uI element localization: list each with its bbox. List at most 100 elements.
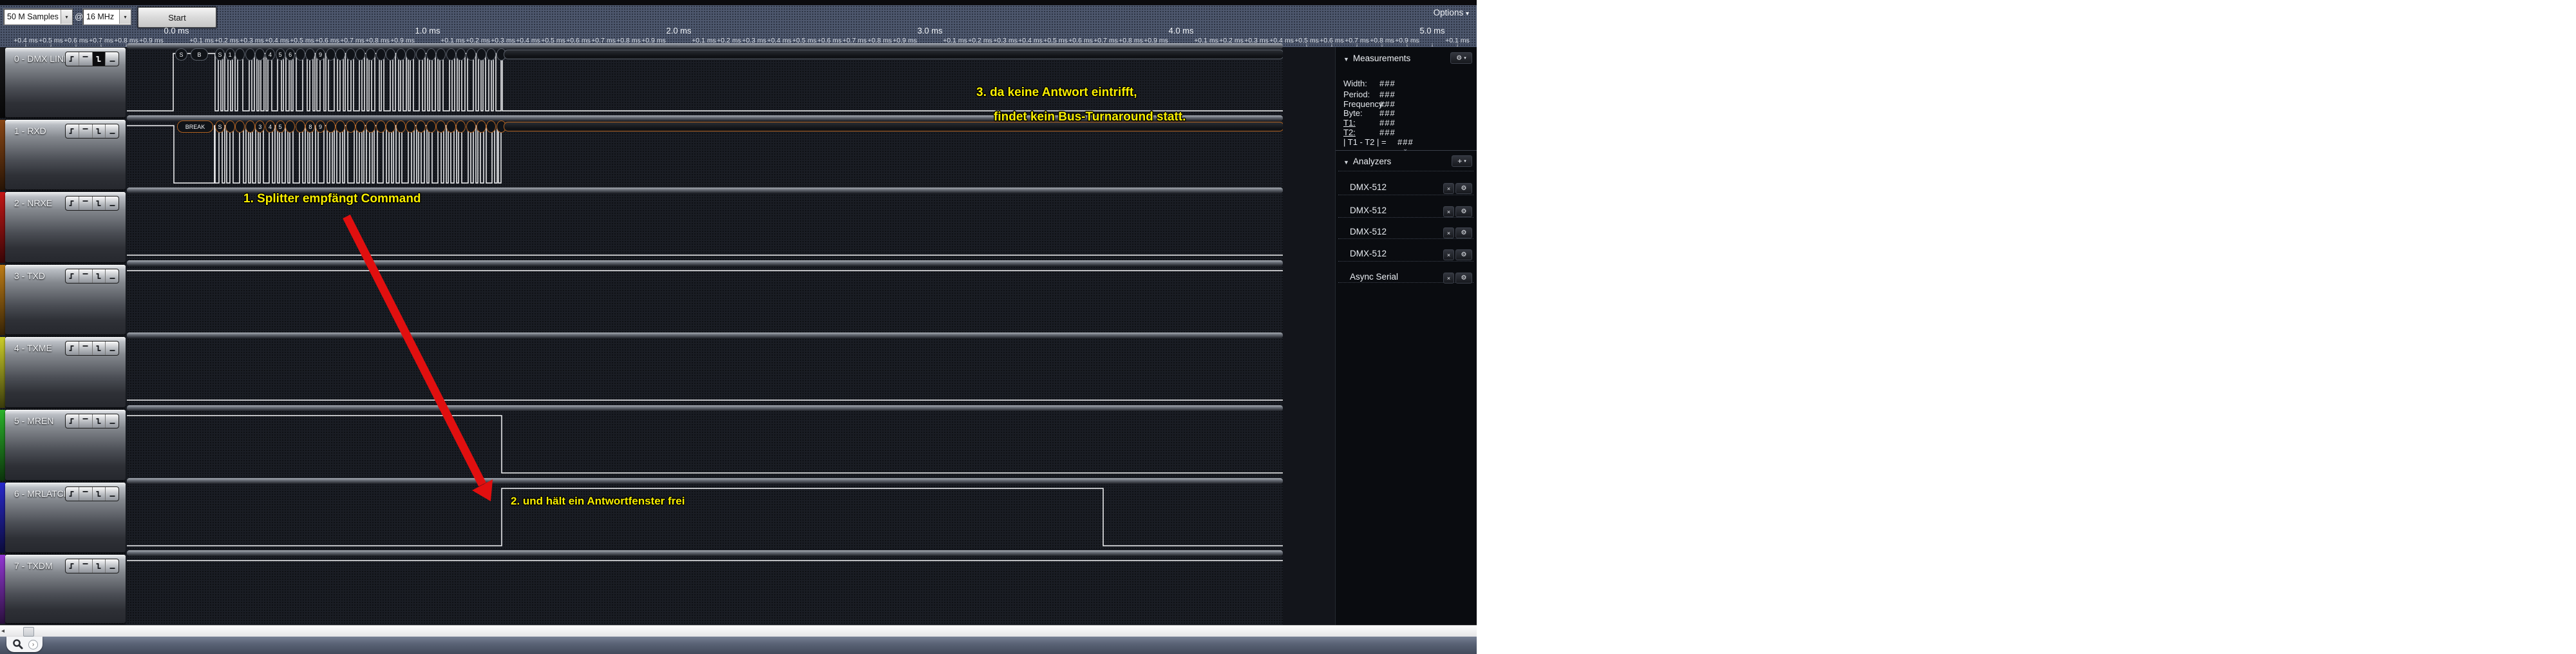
sample-rate-select[interactable]: 16 MHz ▾ — [82, 8, 131, 25]
channel-label: 2 - NRXE — [14, 198, 52, 208]
channel-color-stripe — [0, 410, 5, 481]
trigger-rising-edge-icon[interactable] — [66, 124, 79, 138]
decode-bubble — [366, 120, 375, 133]
trigger-rising-edge-icon[interactable] — [66, 341, 79, 355]
trigger-falling-edge-icon[interactable] — [93, 269, 106, 283]
toolbar: 50 M Samples ▾ @ 16 MHz ▾ Start Options … — [0, 5, 1477, 47]
start-button[interactable]: Start — [138, 7, 216, 28]
chevron-down-icon[interactable]: ⌄ — [1403, 146, 1408, 153]
decode-bubble: B — [191, 48, 208, 61]
trigger-falling-edge-icon[interactable] — [93, 52, 106, 66]
channel-header-4[interactable]: 4 - TXME — [5, 337, 126, 407]
measurements-gear-button[interactable]: ⚙▾ — [1450, 52, 1472, 64]
trigger-high-level-icon[interactable] — [79, 52, 93, 66]
channel-color-stripe — [0, 192, 5, 263]
chevron-down-icon[interactable]: ▾ — [61, 10, 72, 24]
remove-analyzer-button[interactable]: × — [1443, 183, 1454, 194]
trigger-low-level-icon[interactable] — [106, 269, 118, 283]
decode-bubble: S — [215, 120, 225, 133]
analyzer-item[interactable]: DMX-512 — [1350, 227, 1387, 236]
trigger-high-level-icon[interactable] — [79, 341, 93, 355]
channel-header-3[interactable]: 3 - TXD — [5, 265, 126, 334]
trigger-low-level-icon[interactable] — [106, 559, 118, 573]
channel-header-1[interactable]: 1 - RXD — [5, 120, 126, 189]
trigger-falling-edge-icon[interactable] — [93, 414, 106, 428]
analyzer-settings-button[interactable]: ⚙ — [1455, 249, 1472, 260]
trigger-rising-edge-icon[interactable] — [66, 52, 79, 66]
sample-depth-select[interactable]: 50 M Samples ▾ — [3, 8, 73, 25]
dotted-separator — [1338, 217, 1473, 218]
expand-icon[interactable]: › — [28, 640, 38, 649]
remove-analyzer-button[interactable]: × — [1443, 273, 1454, 284]
trigger-falling-edge-icon[interactable] — [93, 487, 106, 501]
decode-bubble — [296, 48, 305, 61]
scroll-left-icon[interactable]: ◂ — [1, 628, 5, 635]
ruler-tick-arrow-icon: ↓ — [100, 41, 103, 48]
channel-header-0[interactable]: 0 - DMX LINE — [5, 48, 126, 117]
ruler-tick-arrow-icon: ↓ — [24, 41, 28, 48]
decode-bubble — [446, 48, 456, 61]
options-menu[interactable]: Options ▾ — [1434, 8, 1469, 17]
trigger-falling-edge-icon[interactable] — [93, 124, 106, 138]
analyzers-header[interactable]: ▼Analyzers — [1343, 157, 1391, 166]
decode-bubble — [376, 120, 386, 133]
channel-label: 1 - RXD — [14, 126, 46, 136]
scrollbar-thumb[interactable] — [23, 627, 34, 637]
analyzer-settings-button[interactable]: ⚙ — [1455, 206, 1472, 217]
decode-bubble — [477, 120, 486, 133]
analyzer-settings-button[interactable]: ⚙ — [1455, 273, 1472, 284]
decode-bubble — [366, 48, 375, 61]
trigger-rising-edge-icon[interactable] — [66, 559, 79, 573]
trigger-falling-edge-icon[interactable] — [93, 559, 106, 573]
channel-header-5[interactable]: 5 - MREN — [5, 410, 126, 480]
trigger-rising-edge-icon[interactable] — [66, 197, 79, 210]
chevron-down-icon: ▾ — [1466, 10, 1469, 17]
remove-analyzer-button[interactable]: × — [1443, 206, 1454, 217]
analyzer-item[interactable]: Async Serial — [1350, 272, 1398, 282]
decode-bubble — [416, 120, 426, 133]
annotation-text-4: findet kein Bus-Turnaround statt. — [994, 110, 1186, 124]
horizontal-scrollbar[interactable]: ◂ — [0, 625, 1477, 637]
trigger-high-level-icon[interactable] — [79, 414, 93, 428]
trigger-high-level-icon[interactable] — [79, 124, 93, 138]
chevron-down-icon[interactable]: ▾ — [119, 10, 131, 24]
trigger-low-level-icon[interactable] — [106, 197, 118, 210]
analyzer-settings-button[interactable]: ⚙ — [1455, 227, 1472, 238]
trigger-high-level-icon[interactable] — [79, 197, 93, 210]
trigger-low-level-icon[interactable] — [106, 414, 118, 428]
trigger-falling-edge-icon[interactable] — [93, 341, 106, 355]
analyzer-settings-button[interactable]: ⚙ — [1455, 183, 1472, 194]
trigger-low-level-icon[interactable] — [106, 341, 118, 355]
trigger-button-group — [65, 559, 119, 573]
decode-bubble — [446, 120, 456, 133]
trigger-high-level-icon[interactable] — [79, 487, 93, 501]
magnifier-icon[interactable] — [12, 639, 24, 650]
analyzer-item[interactable]: DMX-512 — [1350, 206, 1387, 215]
trigger-button-group — [65, 269, 119, 284]
zoom-tool-tab[interactable]: › — [6, 637, 43, 652]
trigger-low-level-icon[interactable] — [106, 52, 118, 66]
trigger-high-level-icon[interactable] — [79, 269, 93, 283]
add-analyzer-button[interactable]: +▾ — [1452, 155, 1472, 167]
dotted-separator — [1338, 261, 1473, 262]
measurements-header[interactable]: ▼Measurements — [1343, 53, 1410, 63]
trigger-high-level-icon[interactable] — [79, 559, 93, 573]
trigger-low-level-icon[interactable] — [106, 124, 118, 138]
annotation-text-1: 1. Splitter empfängt Command — [243, 192, 421, 206]
trigger-rising-edge-icon[interactable] — [66, 269, 79, 283]
trigger-button-group — [65, 124, 119, 139]
analyzer-item[interactable]: DMX-512 — [1350, 182, 1387, 192]
trigger-falling-edge-icon[interactable] — [93, 197, 106, 210]
waveform-area[interactable]: SBBREAKSS1344556899 — [127, 47, 1283, 625]
trigger-rising-edge-icon[interactable] — [66, 487, 79, 501]
remove-analyzer-button[interactable]: × — [1443, 227, 1454, 238]
trigger-rising-edge-icon[interactable] — [66, 414, 79, 428]
decode-bubble — [426, 120, 436, 133]
remove-analyzer-button[interactable]: × — [1443, 249, 1454, 260]
channel-header-7[interactable]: 7 - TXDM — [5, 555, 126, 623]
trigger-low-level-icon[interactable] — [106, 487, 118, 501]
channel-header-6[interactable]: 6 - MRLATCHED — [5, 483, 126, 552]
channel-color-stripe — [0, 265, 5, 335]
channel-header-2[interactable]: 2 - NRXE — [5, 192, 126, 262]
analyzer-item[interactable]: DMX-512 — [1350, 249, 1387, 258]
